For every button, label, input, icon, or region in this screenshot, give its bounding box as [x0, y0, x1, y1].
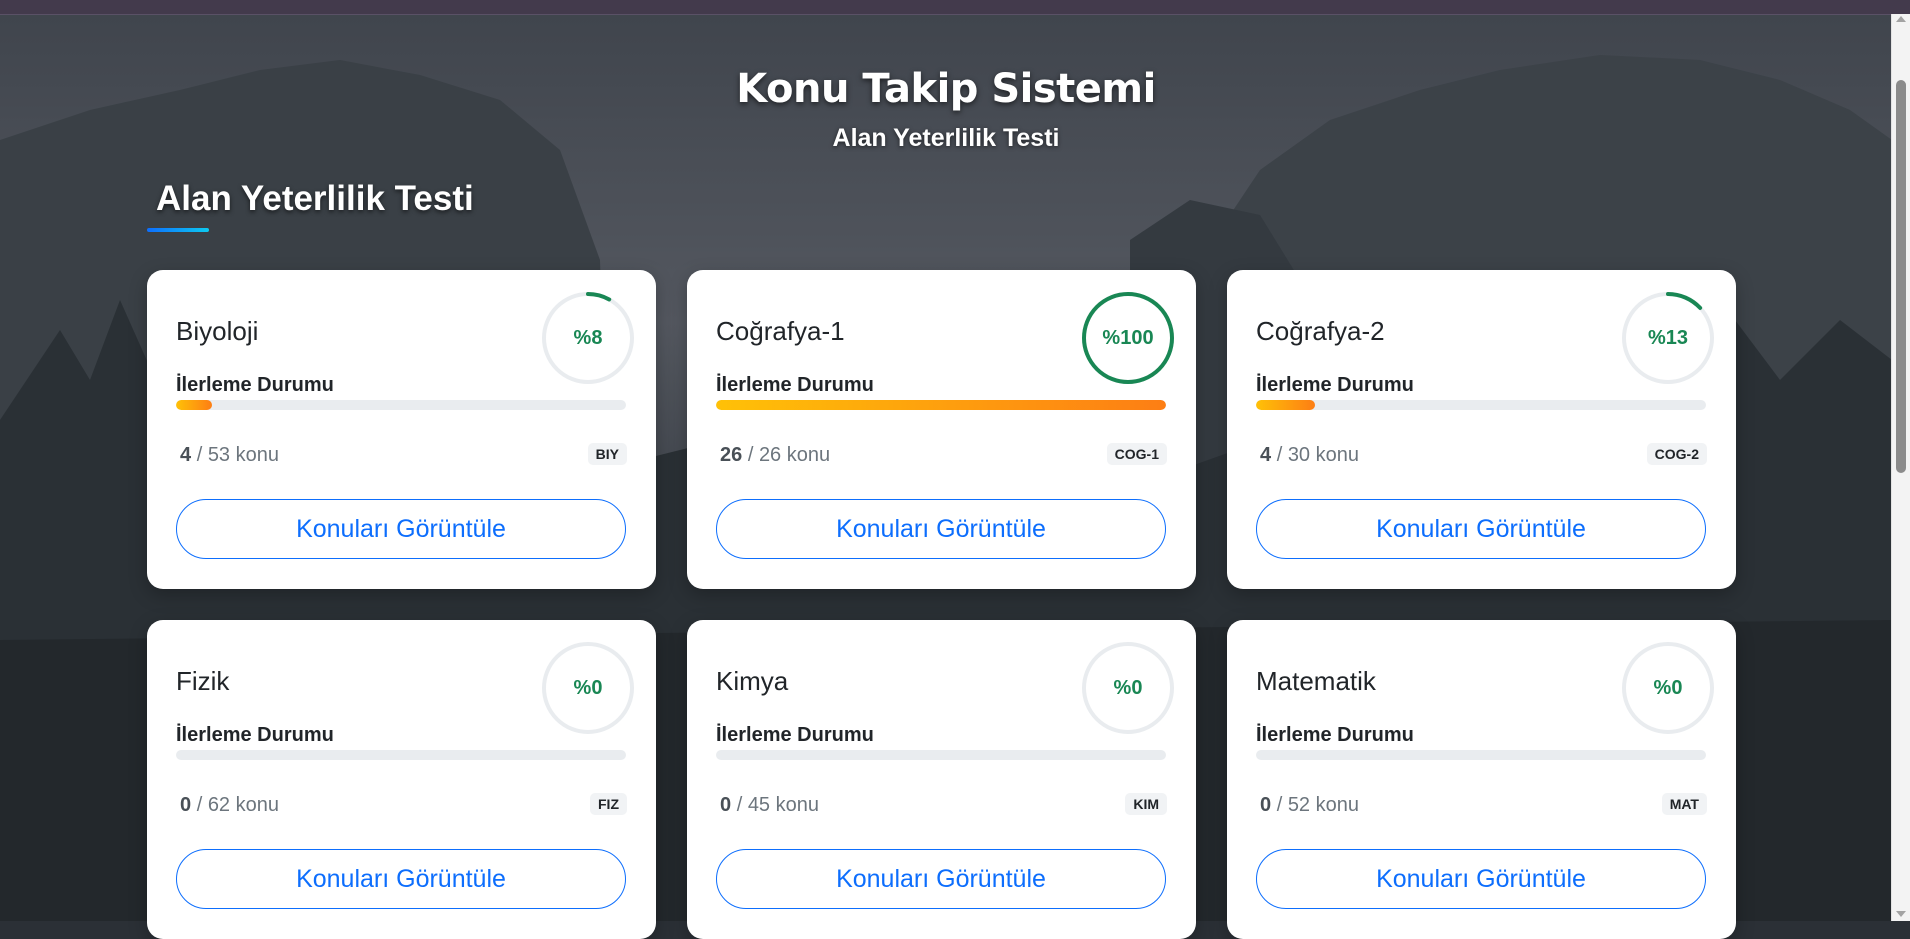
completed-count: 4: [1260, 444, 1272, 466]
progress-bar-fill: [176, 400, 212, 410]
browser-top-bar: [0, 0, 1910, 15]
total-count: 53: [207, 444, 231, 466]
progress-bar-fill: [1256, 400, 1315, 410]
progress-bar-fill: [716, 400, 1166, 410]
progress-ring: %0: [1080, 640, 1176, 736]
scroll-up-arrow-icon[interactable]: [1896, 16, 1906, 22]
total-count: 26: [758, 444, 782, 466]
section-title-underline: [147, 228, 209, 232]
count-separator: /: [1276, 444, 1283, 466]
total-count: 62: [207, 794, 231, 816]
progress-percent: %0: [1653, 677, 1683, 699]
topic-count: 4 / 30 konu: [1260, 444, 1359, 467]
subject-name: Biyoloji: [176, 316, 259, 346]
page-subtitle: Alan Yeterlilik Testi: [832, 124, 1060, 152]
count-separator: /: [1276, 794, 1283, 816]
total-count: 45: [747, 794, 771, 816]
progress-label: İlerleme Durumu: [176, 724, 334, 746]
progress-ring: %0: [1620, 640, 1716, 736]
count-separator: /: [736, 794, 743, 816]
subject-card: Coğrafya-1 %100 İlerleme Durumu 26 / 26 …: [687, 270, 1196, 589]
count-unit: konu: [775, 794, 819, 816]
subject-name: Matematik: [1256, 666, 1376, 696]
topic-count: 0 / 62 konu: [180, 794, 279, 817]
topic-count: 0 / 52 konu: [1260, 794, 1359, 817]
page-title: Konu Takip Sistemi: [736, 66, 1156, 112]
section-title: Alan Yeterlilik Testi: [156, 179, 474, 218]
progress-ring: %8: [540, 290, 636, 386]
count-unit: konu: [235, 444, 279, 466]
subject-code-badge: KIM: [1125, 793, 1167, 815]
progress-label: İlerleme Durumu: [1256, 724, 1414, 746]
count-separator: /: [747, 444, 754, 466]
progress-percent: %0: [573, 677, 603, 699]
progress-label: İlerleme Durumu: [176, 374, 334, 396]
subject-name: Coğrafya-1: [716, 316, 845, 346]
progress-percent: %0: [1113, 677, 1143, 699]
total-count: 52: [1287, 794, 1311, 816]
subject-code-badge: COG-1: [1106, 443, 1167, 465]
main-content: Konu Takip Sistemi Alan Yeterlilik Testi…: [0, 14, 1892, 939]
progress-ring: %13: [1620, 290, 1716, 386]
topic-count: 4 / 53 konu: [180, 444, 279, 467]
progress-bar: [716, 750, 1166, 760]
subject-card: Fizik %0 İlerleme Durumu 0 / 62 konu FIZ…: [147, 620, 656, 939]
completed-count: 0: [180, 794, 192, 816]
count-unit: konu: [1315, 444, 1359, 466]
view-topics-button[interactable]: Konuları Görüntüle: [716, 499, 1166, 559]
page-scrollbar[interactable]: [1891, 14, 1910, 921]
count-separator: /: [196, 444, 203, 466]
progress-percent: %13: [1647, 327, 1689, 349]
subject-code-badge: COG-2: [1646, 443, 1707, 465]
subject-code-badge: BIY: [587, 443, 627, 465]
view-topics-button[interactable]: Konuları Görüntüle: [1256, 499, 1706, 559]
subject-name: Fizik: [176, 666, 230, 696]
progress-bar: [716, 400, 1166, 410]
count-unit: konu: [235, 794, 279, 816]
view-topics-button[interactable]: Konuları Görüntüle: [1256, 849, 1706, 909]
count-unit: konu: [1315, 794, 1359, 816]
total-count: 30: [1287, 444, 1311, 466]
scroll-down-arrow-icon[interactable]: [1896, 911, 1906, 917]
progress-bar: [176, 750, 626, 760]
scrollbar-thumb[interactable]: [1896, 80, 1906, 473]
progress-bar: [1256, 750, 1706, 760]
subject-name: Coğrafya-2: [1256, 316, 1385, 346]
subject-card: Kimya %0 İlerleme Durumu 0 / 45 konu KIM…: [687, 620, 1196, 939]
completed-count: 4: [180, 444, 192, 466]
subject-card: Coğrafya-2 %13 İlerleme Durumu 4 / 30 ko…: [1227, 270, 1736, 589]
topic-count: 26 / 26 konu: [720, 444, 830, 467]
subject-code-badge: FIZ: [590, 793, 627, 815]
progress-ring: %0: [540, 640, 636, 736]
completed-count: 0: [720, 794, 732, 816]
topic-count: 0 / 45 konu: [720, 794, 819, 817]
view-topics-button[interactable]: Konuları Görüntüle: [716, 849, 1166, 909]
subject-card: Matematik %0 İlerleme Durumu 0 / 52 konu…: [1227, 620, 1736, 939]
progress-ring: %100: [1080, 290, 1176, 386]
view-topics-button[interactable]: Konuları Görüntüle: [176, 499, 626, 559]
completed-count: 26: [720, 444, 743, 466]
progress-bar: [1256, 400, 1706, 410]
view-topics-button[interactable]: Konuları Görüntüle: [176, 849, 626, 909]
count-separator: /: [196, 794, 203, 816]
progress-bar: [176, 400, 626, 410]
count-unit: konu: [786, 444, 831, 466]
progress-label: İlerleme Durumu: [716, 724, 874, 746]
progress-label: İlerleme Durumu: [1256, 374, 1414, 396]
progress-percent: %100: [1102, 327, 1154, 349]
subject-card: Biyoloji %8 İlerleme Durumu 4 / 53 konu …: [147, 270, 656, 589]
progress-percent: %8: [573, 327, 603, 349]
progress-label: İlerleme Durumu: [716, 374, 874, 396]
subject-code-badge: MAT: [1661, 793, 1707, 815]
subject-name: Kimya: [716, 666, 789, 696]
completed-count: 0: [1260, 794, 1272, 816]
